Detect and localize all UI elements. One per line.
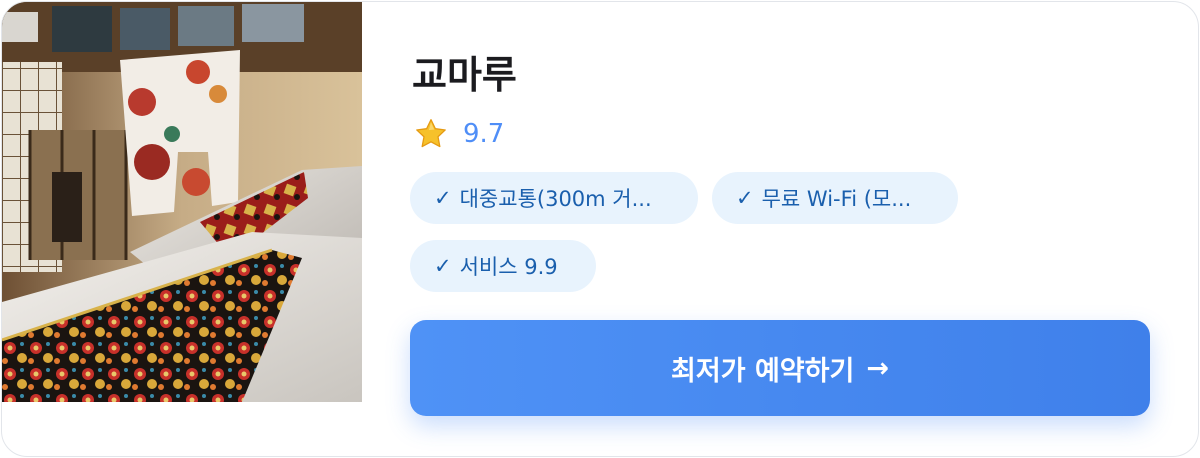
hotel-card[interactable]: 교마루 9.7 ✓ 대중교통(300m 거... ✓ 무료 Wi-Fi (모..… <box>1 1 1199 457</box>
check-icon: ✓ <box>434 186 452 210</box>
amenity-tag-label: 대중교통(300m 거... <box>459 187 652 211</box>
hotel-photo[interactable] <box>2 2 362 402</box>
amenity-tag-wifi[interactable]: ✓ 무료 Wi-Fi (모... <box>712 172 958 224</box>
book-button-label: 최저가 예약하기 <box>671 355 855 387</box>
hotel-name: 교마루 <box>412 53 517 97</box>
amenity-tags: ✓ 대중교통(300m 거... ✓ 무료 Wi-Fi (모... ✓ 서비스 … <box>410 172 1030 292</box>
room-image <box>2 2 362 402</box>
rating: 9.7 <box>414 116 504 152</box>
amenity-tag-label: 서비스 9.9 <box>459 255 558 279</box>
book-lowest-price-button[interactable]: 최저가 예약하기 → <box>410 320 1150 416</box>
check-icon: ✓ <box>434 254 452 278</box>
rating-score: 9.7 <box>463 119 505 149</box>
check-icon: ✓ <box>736 186 754 210</box>
arrow-right-icon: → <box>866 352 889 384</box>
amenity-tag-service[interactable]: ✓ 서비스 9.9 <box>410 240 596 292</box>
amenity-tag-label: 무료 Wi-Fi (모... <box>761 187 912 211</box>
star-icon <box>416 119 446 148</box>
amenity-tag-transit[interactable]: ✓ 대중교통(300m 거... <box>410 172 698 224</box>
